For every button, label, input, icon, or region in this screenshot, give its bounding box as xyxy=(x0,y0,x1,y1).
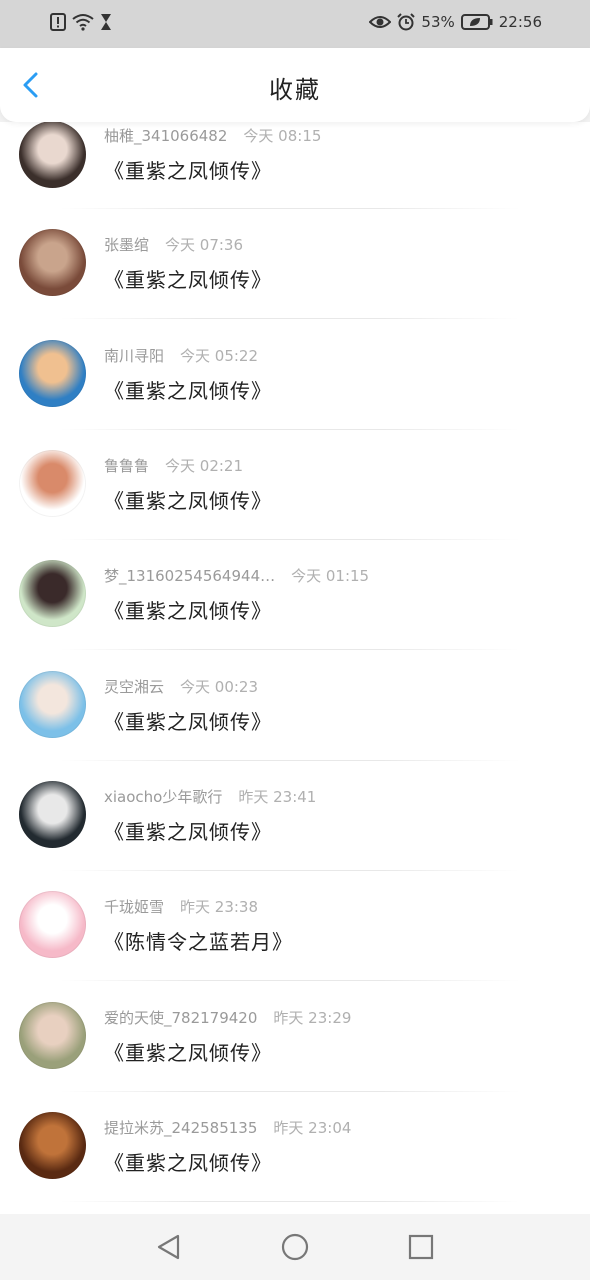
row-divider xyxy=(60,649,520,650)
wifi-icon xyxy=(72,13,94,31)
timestamp: 今天 05:22 xyxy=(180,347,259,365)
nav-back-button[interactable] xyxy=(154,1232,184,1262)
avatar[interactable] xyxy=(19,671,86,738)
user-name[interactable]: 提拉米苏_242585135 xyxy=(104,1119,257,1137)
timestamp: 昨天 23:38 xyxy=(180,898,259,916)
timestamp: 昨天 23:29 xyxy=(273,1009,352,1027)
book-title[interactable]: 《重紫之凤倾传》 xyxy=(104,1147,272,1176)
user-name[interactable]: 灵空湘云 xyxy=(104,678,164,696)
clock: 22:56 xyxy=(498,13,542,31)
user-name[interactable]: 柚稚_341066482 xyxy=(104,127,227,145)
page-title: 收藏 xyxy=(269,76,321,104)
timestamp: 昨天 23:04 xyxy=(273,1119,352,1137)
list-item[interactable]: 南川寻阳 今天 05:22 《重紫之凤倾传》 xyxy=(0,340,590,456)
book-title[interactable]: 《重紫之凤倾传》 xyxy=(104,375,272,404)
back-triangle-icon xyxy=(157,1234,180,1260)
book-title[interactable]: 《重紫之凤倾传》 xyxy=(104,155,272,184)
item-meta: 提拉米苏_242585135 昨天 23:04 xyxy=(104,1117,351,1138)
row-divider xyxy=(60,980,520,981)
alarm-icon xyxy=(397,13,416,31)
avatar[interactable] xyxy=(19,122,86,188)
item-meta: 柚稚_341066482 今天 08:15 xyxy=(104,125,321,146)
timestamp: 今天 07:36 xyxy=(165,236,244,254)
item-meta: 张墨绾 今天 07:36 xyxy=(104,234,243,255)
alert-icon xyxy=(50,13,66,31)
list-item[interactable]: 爱的天使_782179420 昨天 23:29 《重紫之凤倾传》 xyxy=(0,1002,590,1118)
avatar[interactable] xyxy=(19,891,86,958)
book-title[interactable]: 《重紫之凤倾传》 xyxy=(104,264,272,293)
home-circle-icon xyxy=(281,1233,309,1261)
favorites-list: 柚稚_341066482 今天 08:15 《重紫之凤倾传》 张墨绾 今天 07:36 《… xyxy=(0,122,590,1214)
item-meta: 南川寻阳 今天 05:22 xyxy=(104,345,258,366)
avatar[interactable] xyxy=(19,340,86,407)
list-item[interactable]: xiaocho少年歌行 昨天 23:41 《重紫之凤倾传》 xyxy=(0,781,590,897)
item-meta: 灵空湘云 今天 00:23 xyxy=(104,676,258,697)
row-divider xyxy=(60,1091,520,1092)
row-divider xyxy=(60,429,520,430)
user-name[interactable]: xiaocho少年歌行 xyxy=(104,788,222,806)
avatar[interactable] xyxy=(19,1002,86,1069)
list-item[interactable]: 提拉米苏_242585135 昨天 23:04 《重紫之凤倾传》 xyxy=(0,1112,590,1214)
timestamp: 今天 02:21 xyxy=(165,457,244,475)
status-bar: 53% 22:56 xyxy=(0,0,590,48)
hourglass-icon xyxy=(100,13,112,31)
book-title[interactable]: 《陈情令之蓝若月》 xyxy=(104,926,293,955)
avatar[interactable] xyxy=(19,229,86,296)
row-divider xyxy=(60,870,520,871)
app-header: 收藏 xyxy=(0,48,590,122)
avatar[interactable] xyxy=(19,450,86,517)
item-meta: 鲁鲁鲁 今天 02:21 xyxy=(104,455,243,476)
avatar[interactable] xyxy=(19,781,86,848)
user-name[interactable]: 千珑姬雪 xyxy=(104,898,164,916)
book-title[interactable]: 《重紫之凤倾传》 xyxy=(104,595,272,624)
battery-icon xyxy=(460,14,493,30)
user-name[interactable]: 爱的天使_782179420 xyxy=(104,1009,257,1027)
timestamp: 今天 01:15 xyxy=(291,567,370,585)
row-divider xyxy=(60,539,520,540)
list-item[interactable]: 千珑姬雪 昨天 23:38 《陈情令之蓝若月》 xyxy=(0,891,590,1007)
user-name[interactable]: 鲁鲁鲁 xyxy=(104,457,149,475)
item-meta: 爱的天使_782179420 昨天 23:29 xyxy=(104,1007,351,1028)
timestamp: 昨天 23:41 xyxy=(238,788,317,806)
list-item[interactable]: 灵空湘云 今天 00:23 《重紫之凤倾传》 xyxy=(0,671,590,787)
book-title[interactable]: 《重紫之凤倾传》 xyxy=(104,816,272,845)
item-meta: 千珑姬雪 昨天 23:38 xyxy=(104,896,258,917)
list-item[interactable]: 柚稚_341066482 今天 08:15 《重紫之凤倾传》 xyxy=(0,122,590,235)
battery-percent: 53% xyxy=(421,13,455,31)
avatar[interactable] xyxy=(19,1112,86,1179)
eye-icon xyxy=(369,14,392,30)
item-meta: 梦_13160254564944… 今天 01:15 xyxy=(104,565,369,586)
timestamp: 今天 00:23 xyxy=(180,678,259,696)
avatar[interactable] xyxy=(19,560,86,627)
row-divider xyxy=(60,1201,520,1202)
nav-home-button[interactable] xyxy=(280,1232,310,1262)
system-nav-bar xyxy=(0,1214,590,1280)
list-item[interactable]: 梦_13160254564944… 今天 01:15 《重紫之凤倾传》 xyxy=(0,560,590,676)
user-name[interactable]: 梦_13160254564944… xyxy=(104,567,275,585)
user-name[interactable]: 张墨绾 xyxy=(104,236,149,254)
list-item[interactable]: 鲁鲁鲁 今天 02:21 《重紫之凤倾传》 xyxy=(0,450,590,566)
item-meta: xiaocho少年歌行 昨天 23:41 xyxy=(104,786,316,807)
timestamp: 今天 08:15 xyxy=(243,127,322,145)
list-item[interactable]: 张墨绾 今天 07:36 《重紫之凤倾传》 xyxy=(0,229,590,345)
nav-recents-button[interactable] xyxy=(406,1232,436,1262)
recents-square-icon xyxy=(408,1234,434,1260)
book-title[interactable]: 《重紫之凤倾传》 xyxy=(104,1037,272,1066)
user-name[interactable]: 南川寻阳 xyxy=(104,347,164,365)
row-divider xyxy=(60,208,520,209)
row-divider xyxy=(60,760,520,761)
book-title[interactable]: 《重紫之凤倾传》 xyxy=(104,706,272,735)
row-divider xyxy=(60,318,520,319)
book-title[interactable]: 《重紫之凤倾传》 xyxy=(104,485,272,514)
